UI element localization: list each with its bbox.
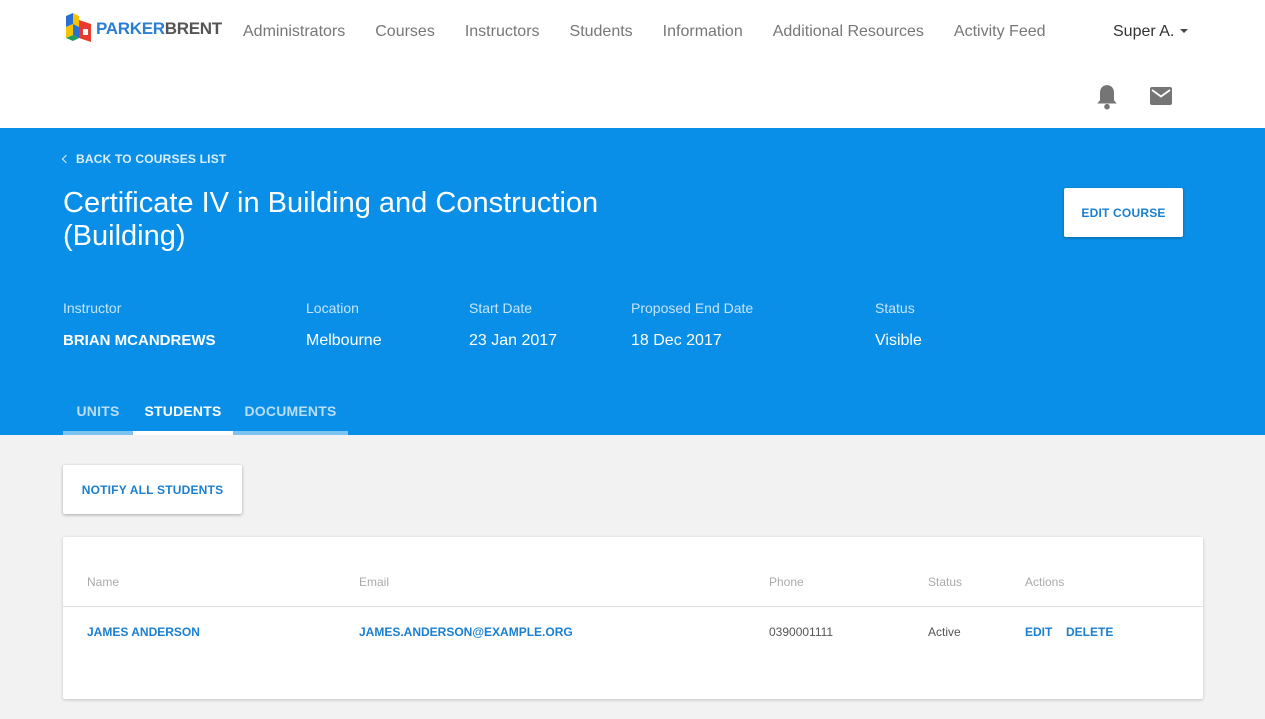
meta-end-date: Proposed End Date 18 Dec 2017 (631, 300, 753, 350)
start-date-value: 23 Jan 2017 (469, 332, 558, 349)
tab-units[interactable]: UNITS (63, 390, 133, 435)
logo-mark-icon (66, 13, 91, 42)
top-navbar: PARKERBRENT Administrators Courses Instr… (0, 0, 1265, 128)
nav-activity-feed[interactable]: Activity Feed (954, 22, 1046, 42)
status-label: Status (875, 300, 915, 316)
edit-course-button[interactable]: EDIT COURSE (1064, 188, 1183, 237)
instructor-label: Instructor (63, 300, 122, 316)
table-header: Name Email Phone Status Actions (63, 537, 1203, 607)
page-title: Certificate IV in Building and Construct… (63, 187, 599, 252)
tab-documents[interactable]: DOCUMENTS (233, 390, 348, 435)
end-date-value: 18 Dec 2017 (631, 332, 722, 349)
location-value: Melbourne (306, 332, 382, 349)
column-header-phone: Phone (769, 575, 804, 589)
chevron-left-icon (61, 154, 71, 163)
edit-student-button[interactable]: EDIT (1025, 625, 1052, 639)
main-nav: Administrators Courses Instructors Stude… (243, 22, 1076, 42)
status-value: Visible (875, 332, 922, 349)
column-header-email: Email (359, 575, 390, 589)
nav-additional-resources[interactable]: Additional Resources (773, 22, 924, 42)
nav-information[interactable]: Information (663, 22, 743, 42)
start-date-label: Start Date (469, 300, 533, 316)
delete-student-button[interactable]: DELETE (1066, 625, 1113, 639)
user-menu-dropdown[interactable]: Super A. (1113, 22, 1189, 42)
tab-students[interactable]: STUDENTS (133, 390, 233, 435)
logo-text: PARKERBRENT (96, 19, 222, 38)
back-link-label: BACK TO COURSES LIST (76, 152, 227, 166)
course-tabs: UNITS STUDENTS DOCUMENTS (63, 390, 348, 435)
student-phone: 0390001111 (769, 625, 834, 639)
nav-courses[interactable]: Courses (375, 22, 435, 42)
column-header-actions: Actions (1025, 575, 1065, 589)
meta-instructor: Instructor BRIAN MCANDREWS (63, 300, 216, 350)
nav-instructors[interactable]: Instructors (465, 22, 540, 42)
student-name-link[interactable]: JAMES ANDERSON (87, 625, 200, 639)
table-row: JAMES ANDERSON JAMES.ANDERSON@EXAMPLE.OR… (63, 607, 1203, 657)
meta-start-date: Start Date 23 Jan 2017 (469, 300, 557, 350)
caret-down-icon (1180, 28, 1189, 33)
notify-all-students-button[interactable]: NOTIFY ALL STUDENTS (63, 465, 242, 514)
parkerbrent-logo[interactable]: PARKERBRENT (63, 11, 222, 47)
nav-administrators[interactable]: Administrators (243, 22, 345, 42)
bell-icon[interactable] (1094, 83, 1120, 111)
end-date-label: Proposed End Date (631, 300, 754, 316)
students-table-card: Name Email Phone Status Actions JAMES AN… (63, 537, 1203, 699)
instructor-value: BRIAN MCANDREWS (63, 332, 216, 349)
back-to-courses-link[interactable]: BACK TO COURSES LIST (61, 152, 227, 166)
student-status: Active (928, 625, 961, 639)
location-label: Location (306, 300, 359, 316)
mail-icon[interactable] (1150, 87, 1172, 105)
course-header: BACK TO COURSES LIST Certificate IV in B… (0, 128, 1265, 435)
user-menu-label: Super A. (1113, 23, 1175, 40)
nav-students[interactable]: Students (570, 22, 633, 42)
meta-status: Status Visible (875, 300, 922, 350)
meta-location: Location Melbourne (306, 300, 382, 350)
student-email-link[interactable]: JAMES.ANDERSON@EXAMPLE.ORG (359, 625, 573, 639)
column-header-status: Status (928, 575, 963, 589)
column-header-name: Name (87, 575, 120, 589)
